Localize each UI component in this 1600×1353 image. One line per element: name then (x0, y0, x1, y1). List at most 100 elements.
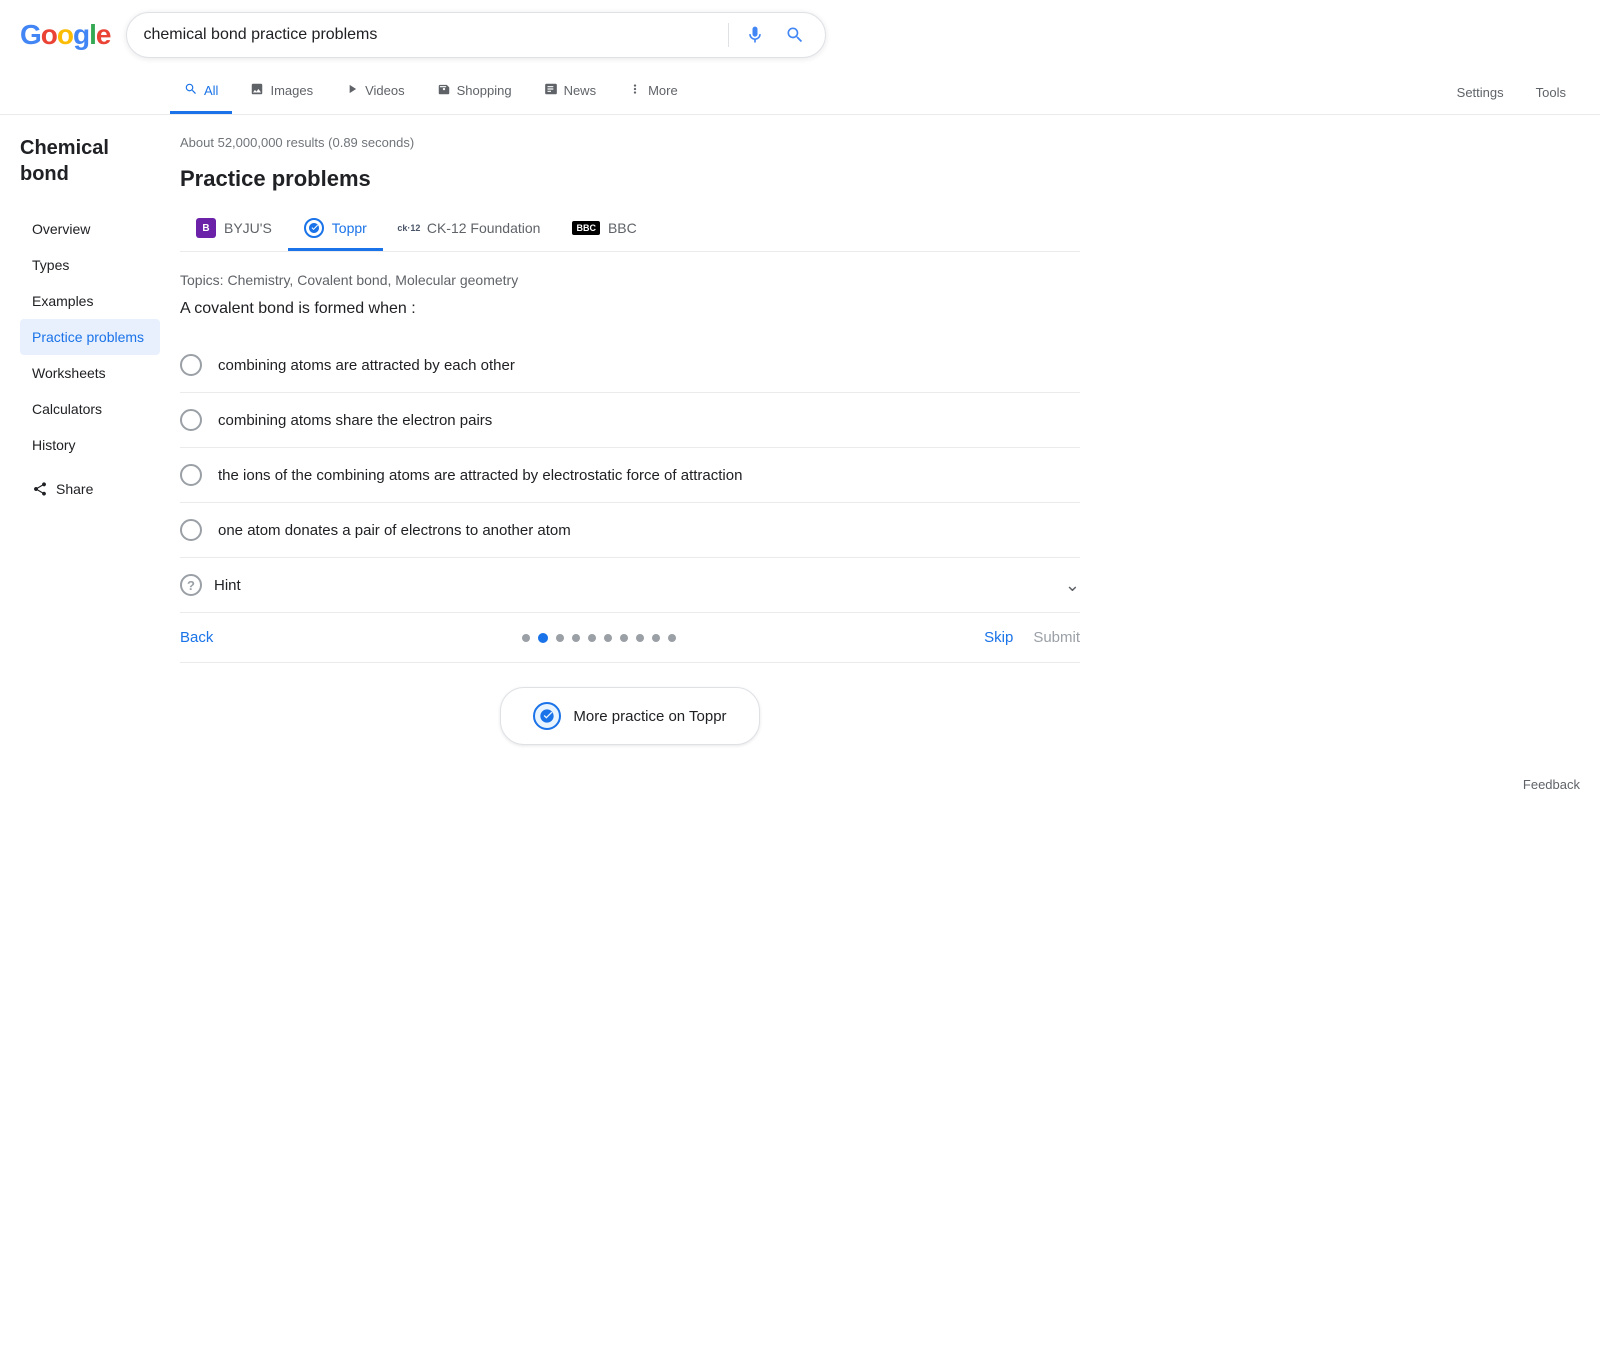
back-button[interactable]: Back (180, 629, 213, 646)
search-bar-icons (708, 21, 809, 49)
topics-text: Topics: Chemistry, Covalent bond, Molecu… (180, 272, 1080, 288)
quiz-nav: Back Skip Submit (180, 613, 1080, 663)
tab-videos[interactable]: Videos (331, 70, 419, 114)
radio-c (180, 464, 202, 486)
radio-b (180, 409, 202, 431)
google-logo: Google (20, 19, 110, 51)
radio-d (180, 519, 202, 541)
dot-7 (636, 634, 644, 642)
tab-images-label: Images (270, 83, 313, 98)
option-c[interactable]: the ions of the combining atoms are attr… (180, 448, 1080, 503)
options-list: combining atoms are attracted by each ot… (180, 338, 1080, 558)
feedback-button[interactable]: Feedback (1523, 777, 1580, 792)
question-text: A covalent bond is formed when : (180, 300, 1080, 318)
logo-o1: o (41, 19, 57, 51)
mic-button[interactable] (741, 21, 769, 49)
share-icon (32, 481, 48, 497)
feedback-area: Feedback (0, 761, 1600, 808)
byjus-icon: B (196, 218, 216, 238)
tab-shopping[interactable]: Shopping (423, 70, 526, 114)
shopping-icon (437, 82, 451, 99)
logo-e: e (96, 19, 111, 51)
source-tab-bbc[interactable]: BBC BBC (556, 210, 652, 249)
tab-more[interactable]: More (614, 70, 692, 114)
byjus-label: BYJU'S (224, 220, 272, 236)
source-tabs: B BYJU'S Toppr ck·12 CK-12 Foundation BB… (180, 208, 1080, 252)
tab-shopping-label: Shopping (457, 83, 512, 98)
hint-text: Hint (214, 577, 241, 594)
dots-container (213, 633, 984, 643)
sidebar-item-overview[interactable]: Overview (20, 211, 160, 247)
sidebar: Chemical bond Overview Types Examples Pr… (20, 135, 180, 761)
skip-button[interactable]: Skip (984, 629, 1013, 646)
sidebar-item-types[interactable]: Types (20, 247, 160, 283)
dot-9 (668, 634, 676, 642)
dot-2 (556, 634, 564, 642)
option-b[interactable]: combining atoms share the electron pairs (180, 393, 1080, 448)
option-a[interactable]: combining atoms are attracted by each ot… (180, 338, 1080, 393)
dot-6 (620, 634, 628, 642)
section-title: Practice problems (180, 166, 1080, 192)
ck12-icon: ck·12 (399, 218, 419, 238)
search-button[interactable] (781, 21, 809, 49)
option-b-text: combining atoms share the electron pairs (218, 412, 492, 429)
tools-link[interactable]: Tools (1522, 73, 1580, 112)
dot-3 (572, 634, 580, 642)
more-icon (628, 82, 642, 99)
more-practice-container: More practice on Toppr (180, 663, 1080, 761)
hint-left: ? Hint (180, 574, 241, 596)
news-icon (544, 82, 558, 99)
bbc-label: BBC (608, 220, 637, 236)
nav-tabs: All Images Videos Shopping News More Set… (0, 70, 1600, 115)
search-icon (785, 25, 805, 45)
option-c-text: the ions of the combining atoms are attr… (218, 467, 742, 484)
settings-link[interactable]: Settings (1443, 73, 1518, 112)
tab-all[interactable]: All (170, 70, 232, 114)
content-area: About 52,000,000 results (0.89 seconds) … (180, 135, 1080, 761)
mic-icon (745, 25, 765, 45)
sidebar-item-calculators[interactable]: Calculators (20, 391, 160, 427)
more-practice-label: More practice on Toppr (573, 708, 726, 725)
sidebar-item-history[interactable]: History (20, 427, 160, 463)
share-label: Share (56, 481, 93, 497)
toppr-btn-icon (533, 702, 561, 730)
dot-8 (652, 634, 660, 642)
hint-row[interactable]: ? Hint ⌄ (180, 558, 1080, 613)
main-content: Chemical bond Overview Types Examples Pr… (0, 115, 1600, 761)
tab-more-label: More (648, 83, 678, 98)
tab-news[interactable]: News (530, 70, 611, 114)
logo-o2: o (57, 19, 73, 51)
logo-l: l (89, 19, 96, 51)
results-count: About 52,000,000 results (0.89 seconds) (180, 135, 1080, 150)
bbc-icon: BBC (572, 221, 600, 235)
dot-0 (522, 634, 530, 642)
logo-g2: g (73, 19, 89, 51)
tab-images[interactable]: Images (236, 70, 327, 114)
option-a-text: combining atoms are attracted by each ot… (218, 357, 515, 374)
radio-a (180, 354, 202, 376)
more-practice-button[interactable]: More practice on Toppr (500, 687, 759, 745)
all-icon (184, 82, 198, 99)
tab-videos-label: Videos (365, 83, 405, 98)
option-d-text: one atom donates a pair of electrons to … (218, 522, 571, 539)
submit-button: Submit (1033, 629, 1080, 646)
source-tab-byjus[interactable]: B BYJU'S (180, 208, 288, 251)
source-tab-ck12[interactable]: ck·12 CK-12 Foundation (383, 208, 557, 251)
share-button[interactable]: Share (20, 471, 160, 507)
tab-news-label: News (564, 83, 597, 98)
search-input[interactable] (143, 26, 700, 44)
sidebar-title: Chemical bond (20, 135, 160, 187)
source-tab-toppr[interactable]: Toppr (288, 208, 383, 251)
logo-g: G (20, 19, 41, 51)
sidebar-item-practice[interactable]: Practice problems (20, 319, 160, 355)
sidebar-item-examples[interactable]: Examples (20, 283, 160, 319)
toppr-label: Toppr (332, 220, 367, 236)
chevron-down-icon: ⌄ (1065, 575, 1080, 596)
hint-icon: ? (180, 574, 202, 596)
images-icon (250, 82, 264, 99)
toppr-icon (304, 218, 324, 238)
clear-button[interactable] (708, 31, 716, 39)
header: Google (0, 0, 1600, 70)
option-d[interactable]: one atom donates a pair of electrons to … (180, 503, 1080, 558)
sidebar-item-worksheets[interactable]: Worksheets (20, 355, 160, 391)
